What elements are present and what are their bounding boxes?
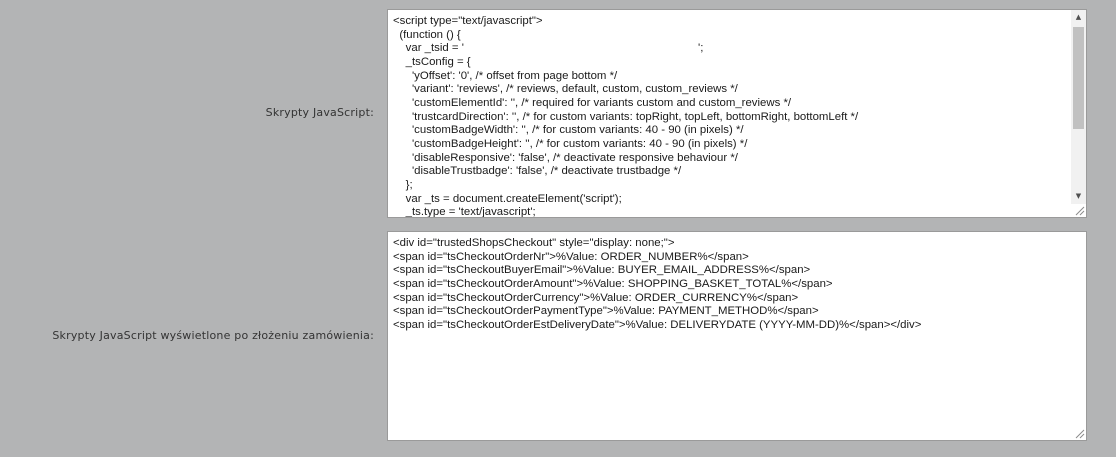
scrollbar-thumb[interactable]: [1073, 27, 1084, 129]
field-label-javascript: Skrypty JavaScript:: [265, 106, 374, 119]
resize-grip-icon[interactable]: [1074, 205, 1085, 216]
vertical-scrollbar[interactable]: ▲ ▼: [1071, 10, 1086, 204]
scroll-up-arrow-icon[interactable]: ▲: [1071, 10, 1086, 25]
scroll-down-arrow-icon[interactable]: ▼: [1071, 189, 1086, 204]
order-scripts-code[interactable]: <div id="trustedShopsCheckout" style="di…: [388, 232, 1086, 333]
resize-grip-icon[interactable]: [1074, 428, 1085, 439]
order-scripts-textarea[interactable]: <div id="trustedShopsCheckout" style="di…: [387, 231, 1087, 441]
javascript-code[interactable]: <script type="text/javascript"> (functio…: [388, 10, 1086, 217]
field-label-order-scripts: Skrypty JavaScript wyświetlone po złożen…: [52, 329, 374, 342]
javascript-textarea[interactable]: <script type="text/javascript"> (functio…: [387, 9, 1087, 218]
